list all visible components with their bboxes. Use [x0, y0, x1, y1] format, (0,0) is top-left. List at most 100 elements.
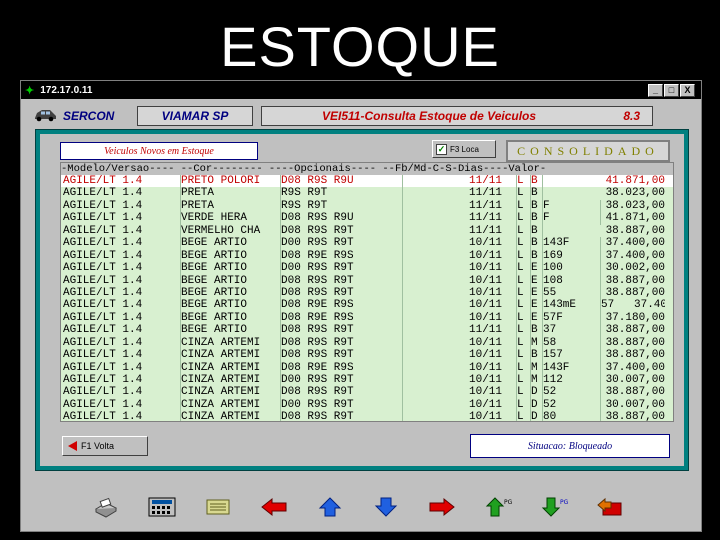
- store-name: VIAMAR SP: [137, 106, 253, 126]
- days-cell: 143F: [543, 361, 601, 375]
- value-cell: 37.400,00: [605, 361, 665, 374]
- fab-model-cell: 11/11: [469, 212, 517, 225]
- model-cell: AGILE/LT 1.4: [61, 398, 181, 412]
- c-cell: L: [517, 336, 531, 350]
- c-cell: L: [517, 299, 531, 312]
- options-cell: D08 R9S R9U: [281, 175, 403, 188]
- table-row[interactable]: AGILE/LT 1.4 CINZA ARTEMI D00 R9S R9T 10/11…: [61, 398, 673, 412]
- table-row[interactable]: AGILE/LT 1.4 CINZA ARTEMI D08 R9S R9T 10/11…: [61, 411, 673, 422]
- exit-icon[interactable]: [595, 494, 625, 520]
- c-cell: L: [517, 187, 531, 200]
- grid-header: -Modelo/Versao---- --Cor-------- ----Opc…: [61, 163, 673, 175]
- arrow-down-icon[interactable]: [371, 494, 401, 520]
- s-cell: B: [531, 349, 543, 362]
- s-cell: M: [531, 361, 543, 375]
- window-title: 172.17.0.11: [40, 84, 93, 96]
- consolidado-label: CONSOLIDADO: [506, 140, 670, 162]
- model-cell: AGILE/LT 1.4: [61, 374, 181, 387]
- table-row[interactable]: AGILE/LT 1.4 VERDE HERA D08 R9S R9U 11/11 L B…: [61, 212, 673, 225]
- page-up-icon[interactable]: PG: [483, 494, 513, 520]
- app-logo-icon: ✦: [25, 84, 35, 97]
- table-row[interactable]: AGILE/LT 1.4 CINZA ARTEMI D08 R9E R9S 10/11…: [61, 361, 673, 375]
- table-row[interactable]: AGILE/LT 1.4 CINZA ARTEMI D08 R9S R9T 10/11…: [61, 349, 673, 362]
- page-down-icon[interactable]: PG: [539, 494, 569, 520]
- status-box: Situacao: Bloqueado: [470, 434, 670, 458]
- arrow-left-icon: [68, 441, 77, 451]
- bottom-toolbar: PG PG: [91, 494, 651, 524]
- c-cell: L: [517, 311, 531, 325]
- options-cell: D08 R9S R9T: [281, 411, 403, 421]
- svg-text:PG: PG: [560, 499, 569, 506]
- table-row[interactable]: AGILE/LT 1.4 BEGE ARTIO D08 R9S R9T 11/11 L B…: [61, 324, 673, 337]
- color-cell: BEGE ARTIO: [181, 324, 281, 337]
- options-cell: D08 R9E R9S: [281, 311, 403, 325]
- table-row[interactable]: AGILE/LT 1.4 BEGE ARTIO D08 R9E R9S 10/11 L E…: [61, 311, 673, 325]
- options-cell: R9S R9T: [281, 187, 403, 200]
- color-cell: BEGE ARTIO: [181, 274, 281, 287]
- arrow-left-icon[interactable]: [259, 494, 289, 520]
- c-cell: L: [517, 286, 531, 300]
- table-row[interactable]: AGILE/LT 1.4 BEGE ARTIO D08 R9S R9T 10/11 L E…: [61, 286, 673, 300]
- days-cell: F: [543, 212, 601, 225]
- fab-model-cell: 10/11: [469, 274, 517, 287]
- options-cell: D00 R9S R9T: [281, 237, 403, 250]
- fab-model-cell: 10/11: [469, 286, 517, 300]
- table-row[interactable]: AGILE/LT 1.4 CINZA ARTEMI D08 R9S R9T 10/11…: [61, 336, 673, 350]
- options-cell: D08 R9S R9T: [281, 224, 403, 238]
- days-cell: 55: [543, 286, 601, 300]
- table-row[interactable]: AGILE/LT 1.4 BEGE ARTIO D00 R9S R9T 10/11 L E…: [61, 262, 673, 275]
- arrow-right-icon[interactable]: [427, 494, 457, 520]
- days-cell: 157: [543, 349, 601, 362]
- fab-model-cell: 10/11: [469, 249, 517, 263]
- maximize-button[interactable]: □: [664, 84, 679, 97]
- calculator-icon[interactable]: [147, 494, 177, 520]
- s-cell: E: [531, 274, 543, 287]
- s-cell: B: [531, 324, 543, 337]
- slide-title: ESTOQUE: [220, 15, 500, 78]
- table-row[interactable]: AGILE/LT 1.4 CINZA ARTEMI D08 R9S R9T 10/11…: [61, 386, 673, 399]
- color-cell: PRETA: [181, 187, 281, 200]
- fab-model-cell: 11/11: [469, 224, 517, 238]
- table-row[interactable]: AGILE/LT 1.4 BEGE ARTIO D08 R9S R9T 10/11 L E…: [61, 274, 673, 287]
- days-cell: 143F: [543, 237, 601, 250]
- table-row[interactable]: AGILE/LT 1.4 BEGE ARTIO D00 R9S R9T 10/11 L B…: [61, 237, 673, 250]
- model-cell: AGILE/LT 1.4: [61, 274, 181, 287]
- value-cell: 38.887,00: [605, 411, 665, 422]
- close-button[interactable]: X: [680, 84, 695, 97]
- f1-volta-button[interactable]: F1 Volta: [62, 436, 148, 456]
- print-icon[interactable]: [91, 494, 121, 520]
- minimize-button[interactable]: _: [648, 84, 663, 97]
- model-cell: AGILE/LT 1.4: [61, 249, 181, 263]
- table-row[interactable]: AGILE/LT 1.4 BEGE ARTIO D08 R9E R9S 10/11 L E…: [61, 299, 673, 312]
- f3-loca-checkbox[interactable]: ✓ F3 Loca: [432, 140, 496, 158]
- arrow-up-icon[interactable]: [315, 494, 345, 520]
- table-row[interactable]: AGILE/LT 1.4 PRETA R9S R9T 11/11 L B F 38.023,0…: [61, 199, 673, 213]
- fab-model-cell: 11/11: [469, 324, 517, 337]
- s-cell: E: [531, 262, 543, 275]
- table-row[interactable]: AGILE/LT 1.4 PRETA R9S R9T 11/11 L B 38.023,00: [61, 187, 673, 200]
- value-cell: 38.023,00: [605, 187, 665, 200]
- value-cell: 30.002,00: [605, 262, 665, 275]
- model-cell: AGILE/LT 1.4: [61, 336, 181, 350]
- s-cell: M: [531, 374, 543, 387]
- fab-model-cell: 10/11: [469, 374, 517, 387]
- table-row[interactable]: AGILE/LT 1.4 VERMELHO CHA D08 R9S R9T 11/11…: [61, 224, 673, 238]
- s-cell: D: [531, 398, 543, 412]
- table-row[interactable]: AGILE/LT 1.4 PRETO POLORI D08 R9S R9U 11/11…: [61, 175, 673, 188]
- model-cell: AGILE/LT 1.4: [61, 324, 181, 337]
- value-cell: 41.871,00: [605, 212, 665, 225]
- table-row[interactable]: AGILE/LT 1.4 CINZA ARTEMI D00 R9S R9T 10/11…: [61, 374, 673, 387]
- options-cell: D00 R9S R9T: [281, 398, 403, 412]
- c-cell: L: [517, 212, 531, 225]
- stock-type-label: Veiculos Novos em Estoque: [60, 142, 258, 160]
- s-cell: D: [531, 386, 543, 399]
- fab-model-cell: 11/11: [469, 175, 517, 188]
- fab-model-cell: 11/11: [469, 199, 517, 213]
- options-cell: D00 R9S R9T: [281, 374, 403, 387]
- model-cell: AGILE/LT 1.4: [61, 212, 181, 225]
- program-title: VEI511-Consulta Estoque de Veiculos: [322, 109, 537, 123]
- app-name: SERCON: [63, 109, 115, 123]
- days-cell: 52: [543, 386, 601, 399]
- table-row[interactable]: AGILE/LT 1.4 BEGE ARTIO D08 R9E R9S 10/11 L B…: [61, 249, 673, 263]
- notes-icon[interactable]: [203, 494, 233, 520]
